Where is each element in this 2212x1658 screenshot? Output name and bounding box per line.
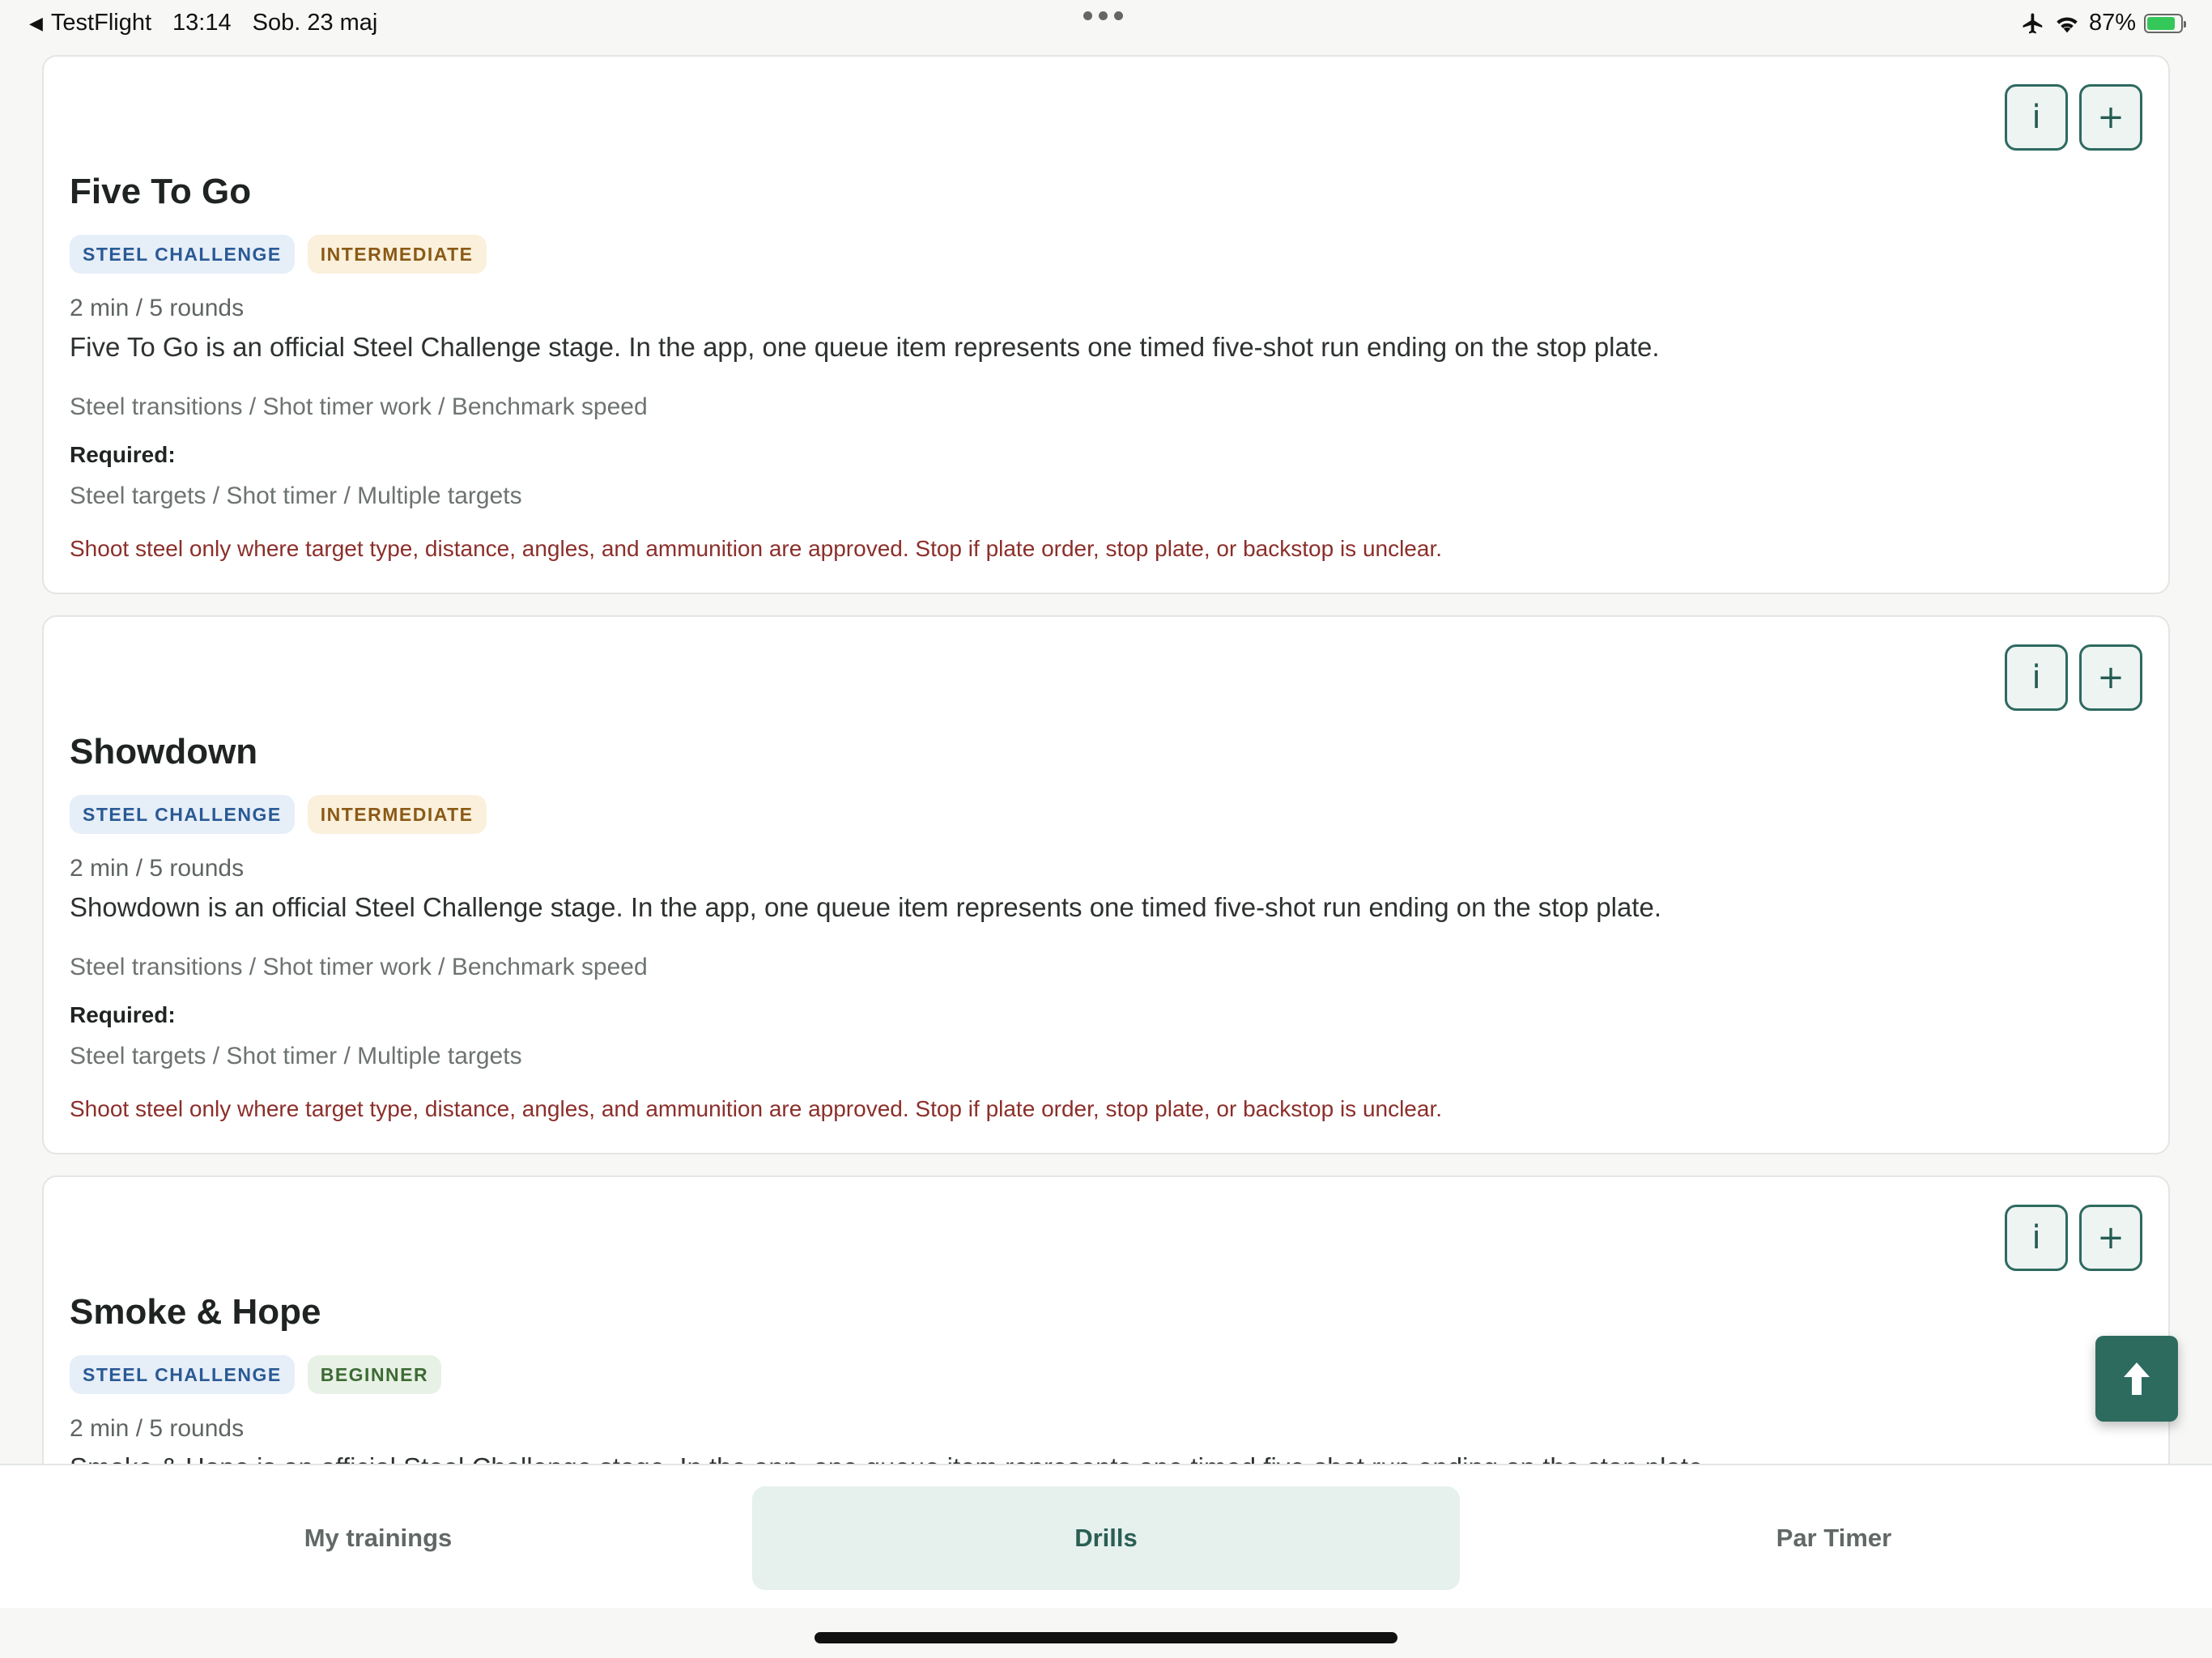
add-button[interactable]: + <box>2079 84 2142 151</box>
status-date: Sob. 23 maj <box>252 10 378 36</box>
tab-par-timer[interactable]: Par Timer <box>1480 1486 2188 1590</box>
drill-card: i + Showdown STEEL CHALLENGE INTERMEDIAT… <box>42 615 2170 1154</box>
add-button[interactable]: + <box>2079 644 2142 711</box>
drill-equipment: Steel targets / Shot timer / Multiple ta… <box>70 1043 522 1069</box>
drill-meta: 2 min / 5 rounds <box>70 1415 245 1442</box>
safety-warning: Shoot steel only where target type, dist… <box>70 536 1443 561</box>
back-app-label[interactable]: TestFlight <box>51 10 151 36</box>
drill-focus: Steel transitions / Shot timer work / Be… <box>70 393 648 420</box>
tab-bar: My trainings Drills Par Timer <box>0 1464 2212 1608</box>
tag-discipline: STEEL CHALLENGE <box>70 235 295 274</box>
airplane-icon <box>2023 13 2043 33</box>
arrow-up-icon <box>2124 1363 2150 1395</box>
status-right: 87% <box>2021 10 2186 36</box>
drill-focus: Steel transitions / Shot timer work / Be… <box>70 954 648 980</box>
drill-equipment: Steel targets / Shot timer / Multiple ta… <box>70 483 522 509</box>
drill-meta: 2 min / 5 rounds <box>70 295 245 321</box>
drill-title: Smoke & Hope <box>70 1292 321 1332</box>
safety-warning: Shoot steel only where target type, dist… <box>70 1096 1443 1121</box>
tag-level: INTERMEDIATE <box>307 795 487 834</box>
battery-percent: 87% <box>2088 10 2136 36</box>
home-indicator[interactable] <box>815 1632 1397 1643</box>
drill-description: Showdown is an official Steel Challenge … <box>70 892 1661 922</box>
wifi-icon <box>2057 16 2078 32</box>
drill-description: Five To Go is an official Steel Challeng… <box>70 332 1660 362</box>
drill-card: i + Smoke & Hope STEEL CHALLENGE BEGINNE… <box>42 1175 2170 1464</box>
tab-my-trainings[interactable]: My trainings <box>24 1486 732 1590</box>
drill-card: i + Five To Go STEEL CHALLENGE INTERMEDI… <box>42 55 2170 594</box>
info-button[interactable]: i <box>2005 644 2068 711</box>
status-time: 13:14 <box>172 10 232 36</box>
drill-title: Showdown <box>70 732 258 772</box>
scroll-to-top-button[interactable] <box>2095 1336 2178 1422</box>
status-bar: ◀ TestFlight 13:14 Sob. 23 maj 87% <box>0 0 2212 49</box>
required-label: Required: <box>70 1002 176 1027</box>
add-button[interactable]: + <box>2079 1205 2142 1271</box>
tag-level: INTERMEDIATE <box>307 235 487 274</box>
tab-drills[interactable]: Drills <box>752 1486 1460 1590</box>
info-button[interactable]: i <box>2005 1205 2068 1271</box>
drill-title: Five To Go <box>70 172 252 211</box>
battery-icon <box>2144 13 2186 33</box>
tag-discipline: STEEL CHALLENGE <box>70 1355 295 1394</box>
tag-discipline: STEEL CHALLENGE <box>70 795 295 834</box>
drill-description: Smoke & Hope is an official Steel Challe… <box>70 1452 1711 1464</box>
multitasking-dots-icon[interactable] <box>1083 11 1123 20</box>
drill-meta: 2 min / 5 rounds <box>70 855 245 882</box>
status-left: ◀ TestFlight 13:14 Sob. 23 maj <box>29 10 398 36</box>
info-button[interactable]: i <box>2005 84 2068 151</box>
tag-level: BEGINNER <box>307 1355 442 1394</box>
required-label: Required: <box>70 442 176 467</box>
back-arrow-icon[interactable]: ◀ <box>29 13 43 34</box>
drill-list[interactable]: i + Five To Go STEEL CHALLENGE INTERMEDI… <box>42 55 2170 1464</box>
